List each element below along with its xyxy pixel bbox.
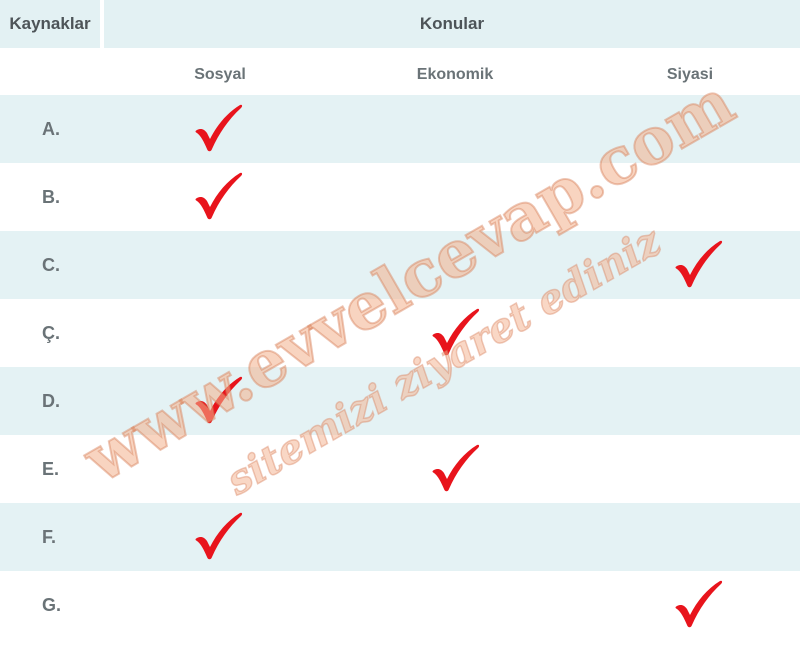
subheader-siyasi: Siyasi xyxy=(666,66,714,83)
table-row: F. xyxy=(0,503,800,571)
checkmark-icon xyxy=(673,239,723,289)
row-label: D. xyxy=(42,390,60,411)
row-label: G. xyxy=(42,594,62,615)
row-label: F. xyxy=(42,526,57,547)
table-row: B. xyxy=(0,163,800,231)
checkmark-icon xyxy=(430,443,480,493)
row-label: A. xyxy=(42,118,60,139)
checkmark-icon xyxy=(430,307,480,357)
subheader-ekonomik: Ekonomik xyxy=(416,66,494,83)
row-label: E. xyxy=(42,458,60,479)
column-header-sources: Kaynaklar xyxy=(0,0,100,48)
table-row: Ç. xyxy=(0,299,800,367)
checkmark-icon xyxy=(193,511,243,561)
row-label: Ç. xyxy=(42,322,60,343)
checkmark-icon xyxy=(673,579,723,629)
row-label: C. xyxy=(42,254,60,275)
table-row: D. xyxy=(0,367,800,435)
row-label: B. xyxy=(42,186,60,207)
table-row: A. xyxy=(0,95,800,163)
checkmark-icon xyxy=(193,375,243,425)
table-row: E. xyxy=(0,435,800,503)
subheader-sosyal: Sosyal xyxy=(194,66,246,83)
checkmark-icon xyxy=(193,171,243,221)
checkmark-icon xyxy=(193,103,243,153)
column-header-topics: Konular xyxy=(104,0,800,48)
